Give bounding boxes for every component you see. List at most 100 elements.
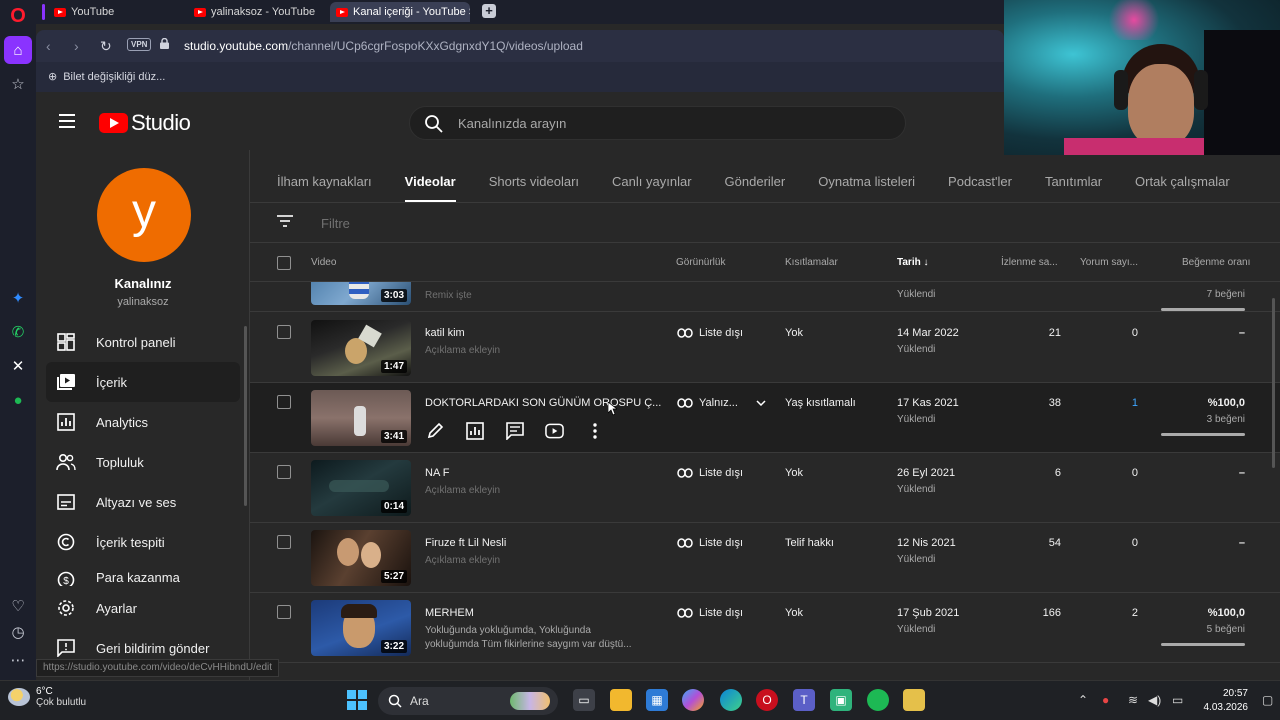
sidebar-item-content[interactable]: İçerik — [46, 362, 240, 402]
table-row[interactable]: 3:22 MERHEM Yokluğunda yokluğumda, Yoklu… — [250, 593, 1280, 663]
sidebar-item-dashboard[interactable]: Kontrol paneli — [46, 322, 240, 362]
visibility-dropdown[interactable]: Liste dışı — [677, 327, 743, 339]
avatar[interactable]: y — [97, 168, 191, 262]
column-date[interactable]: Tarih ↓ — [897, 257, 929, 268]
tab-live[interactable]: Canlı yayınlar — [612, 150, 691, 202]
tab-shorts[interactable]: Shorts videoları — [489, 150, 579, 202]
sidebar-item-analytics[interactable]: Analytics — [46, 402, 240, 442]
browser-tab-youtube[interactable]: YouTube — [48, 2, 188, 22]
home-icon[interactable]: ⌂ — [4, 36, 32, 64]
column-restrictions[interactable]: Kısıtlamalar — [785, 257, 838, 268]
tab-collaborations[interactable]: Ortak çalışmalar — [1135, 150, 1230, 202]
file-explorer-icon[interactable] — [610, 689, 632, 711]
whatsapp-icon[interactable]: ✆ — [4, 318, 32, 346]
video-thumbnail[interactable]: 3:03 — [311, 282, 411, 305]
sidebar-item-copyright[interactable]: İçerik tespiti — [46, 522, 240, 562]
comment-count[interactable]: 1 — [1132, 397, 1138, 409]
tab-promotions[interactable]: Tanıtımlar — [1045, 150, 1102, 202]
notification-icon[interactable]: ▢ — [1262, 693, 1273, 707]
microphone-icon[interactable]: ● — [1102, 693, 1109, 707]
history-icon[interactable]: ◷ — [4, 618, 32, 646]
table-row[interactable]: 0:14 NA F Açıklama ekleyin Liste dışı Yo… — [250, 453, 1280, 523]
column-views[interactable]: İzlenme sa... — [1001, 257, 1058, 268]
table-row[interactable]: 3:03 Remix işte Yüklendi 7 beğeni — [250, 282, 1280, 312]
messenger-icon[interactable]: ✦ — [4, 284, 32, 312]
video-title[interactable]: DOKTORLARDAKI SON GÜNÜM OROSPU Ç... — [425, 397, 661, 409]
sidebar-scrollbar[interactable] — [244, 326, 247, 506]
table-row[interactable]: 3:41 DOKTORLARDAKI SON GÜNÜM OROSPU Ç...… — [250, 383, 1280, 453]
vpn-badge[interactable]: VPN — [127, 38, 152, 51]
video-thumbnail[interactable]: 5:27 — [311, 530, 411, 586]
video-thumbnail[interactable]: 1:47 — [311, 320, 411, 376]
video-thumbnail[interactable]: 3:41 — [311, 390, 411, 446]
video-title[interactable]: NA F — [425, 467, 449, 479]
video-title[interactable]: katil kim — [425, 327, 465, 339]
back-icon[interactable]: ‹ — [46, 38, 51, 54]
menu-icon[interactable] — [59, 114, 75, 128]
star-icon[interactable]: ☆ — [4, 70, 32, 98]
search-input[interactable]: Kanalınızda arayın — [458, 116, 566, 131]
spotify-icon[interactable] — [867, 689, 889, 711]
visibility-dropdown[interactable]: Yalnız... — [677, 397, 766, 409]
comments-icon[interactable] — [505, 421, 524, 440]
browser-tab-studio[interactable]: Kanal içeriği - YouTube St — [330, 2, 470, 22]
edit-icon[interactable] — [425, 421, 444, 440]
youtube-play-icon[interactable] — [545, 421, 564, 440]
battery-icon[interactable]: ▭ — [1172, 693, 1183, 707]
more-icon[interactable]: ⋯ — [4, 646, 32, 674]
store-icon[interactable]: ▦ — [646, 689, 668, 711]
analytics-icon[interactable] — [465, 421, 484, 440]
visibility-dropdown[interactable]: Liste dışı — [677, 537, 743, 549]
taskbar-search-input[interactable]: Ara — [410, 694, 429, 708]
row-checkbox[interactable] — [277, 395, 291, 409]
filter-input[interactable]: Filtre — [321, 216, 350, 231]
tab-podcasts[interactable]: Podcast'ler — [948, 150, 1012, 202]
url-field[interactable]: studio.youtube.com/channel/UCp6cgrFospoK… — [184, 39, 583, 53]
row-checkbox[interactable] — [277, 465, 291, 479]
teams-icon[interactable]: T — [793, 689, 815, 711]
app-icon[interactable]: ▣ — [830, 689, 852, 711]
filter-bar[interactable]: Filtre — [277, 204, 1277, 240]
copilot-icon[interactable] — [682, 689, 704, 711]
select-all-checkbox[interactable] — [277, 256, 291, 270]
video-thumbnail[interactable]: 3:22 — [311, 600, 411, 656]
windows-start-icon[interactable] — [346, 689, 368, 711]
row-checkbox[interactable] — [277, 535, 291, 549]
tab-posts[interactable]: Gönderiler — [725, 150, 786, 202]
video-title[interactable]: MERHEM — [425, 607, 474, 619]
channel-search[interactable]: Kanalınızda arayın — [409, 106, 906, 140]
new-tab-button[interactable]: + — [482, 4, 496, 18]
column-video[interactable]: Video — [311, 257, 336, 268]
spotify-icon[interactable]: ● — [4, 386, 32, 414]
bookmark-item[interactable]: ⊕ Bilet değişikliği düz... — [48, 70, 165, 84]
video-thumbnail[interactable]: 0:14 — [311, 460, 411, 516]
row-checkbox[interactable] — [277, 325, 291, 339]
column-comments[interactable]: Yorum sayı... — [1080, 257, 1138, 268]
row-checkbox[interactable] — [277, 605, 291, 619]
sidebar-item-monetization[interactable]: $ Para kazanma — [46, 562, 240, 586]
column-visibility[interactable]: Görünürlük — [676, 257, 725, 268]
column-likes[interactable]: Beğenme oranı — [1182, 257, 1250, 268]
sidebar-item-settings[interactable]: Ayarlar — [46, 588, 240, 628]
opera-logo-icon[interactable]: O — [4, 2, 32, 30]
reload-icon[interactable]: ↻ — [100, 38, 112, 55]
visibility-dropdown[interactable]: Liste dışı — [677, 607, 743, 619]
video-title[interactable]: Firuze ft Lil Nesli — [425, 537, 506, 549]
opera-icon[interactable]: O — [756, 689, 778, 711]
taskbar-search[interactable]: Ara — [378, 687, 558, 715]
x-icon[interactable]: ✕ — [4, 352, 32, 380]
sidebar-item-subtitles[interactable]: Altyazı ve ses — [46, 482, 240, 522]
task-view-icon[interactable]: ▭ — [573, 689, 595, 711]
browser-tab-channel[interactable]: yalinaksoz - YouTube — [188, 2, 328, 22]
edge-icon[interactable] — [720, 689, 742, 711]
sidebar-item-community[interactable]: Topluluk — [46, 442, 240, 482]
studio-logo[interactable]: Studio — [99, 110, 191, 136]
restriction-label[interactable]: Yaş kısıtlamalı — [785, 397, 856, 409]
tab-videos[interactable]: Videolar — [404, 150, 456, 202]
tab-inspiration[interactable]: İlham kaynakları — [277, 150, 372, 202]
tab-playlists[interactable]: Oynatma listeleri — [818, 150, 915, 202]
table-row[interactable]: 1:47 katil kim Açıklama ekleyin Liste dı… — [250, 313, 1280, 383]
table-scrollbar[interactable] — [1272, 298, 1275, 468]
system-clock[interactable]: 20:57 4.03.2026 — [1204, 687, 1249, 715]
heart-icon[interactable]: ♡ — [4, 592, 32, 620]
